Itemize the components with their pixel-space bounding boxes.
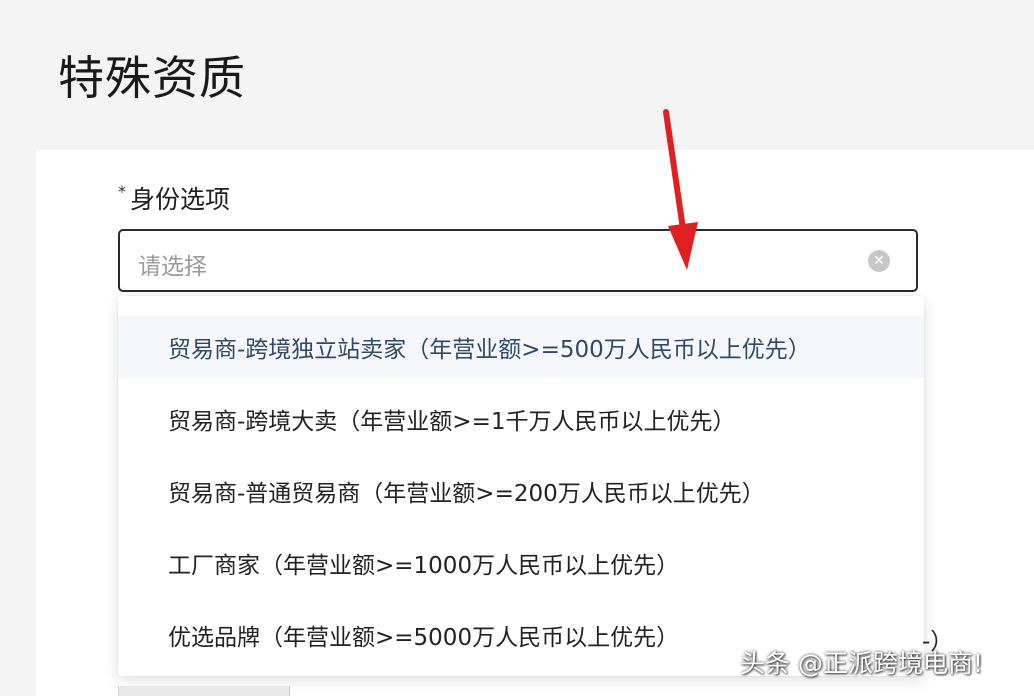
required-mark: * xyxy=(118,182,126,201)
identity-select[interactable]: 请选择 ✕ xyxy=(118,229,918,292)
dropdown-option-general-trader[interactable]: 贸易商-普通贸易商（年营业额>=200万人民币以上优先） xyxy=(118,460,924,522)
dropdown-option-cross-border-independent-seller[interactable]: 贸易商-跨境独立站卖家（年营业额>=500万人民币以上优先） xyxy=(118,316,924,378)
page-title: 特殊资质 xyxy=(58,51,246,105)
identity-dropdown-menu: 贸易商-跨境独立站卖家（年营业额>=500万人民币以上优先） 贸易商-跨境大卖（… xyxy=(118,296,924,676)
watermark-text: 头条 @正派跨境电商! xyxy=(740,649,983,678)
identity-field-label: * 身份选项 xyxy=(118,180,230,216)
identity-field-label-text: 身份选项 xyxy=(130,185,231,214)
dropdown-option-cross-border-big-seller[interactable]: 贸易商-跨境大卖（年营业额>=1千万人民币以上优先） xyxy=(118,388,924,450)
red-arrow-annotation-icon xyxy=(663,109,698,270)
x-circle-icon[interactable]: ✕ xyxy=(868,250,890,272)
dropdown-option-factory-merchant[interactable]: 工厂商家（年营业额>=1000万人民币以上优先） xyxy=(118,532,924,594)
select-placeholder: 请选择 xyxy=(138,254,207,280)
underlying-input-edge xyxy=(118,686,290,696)
